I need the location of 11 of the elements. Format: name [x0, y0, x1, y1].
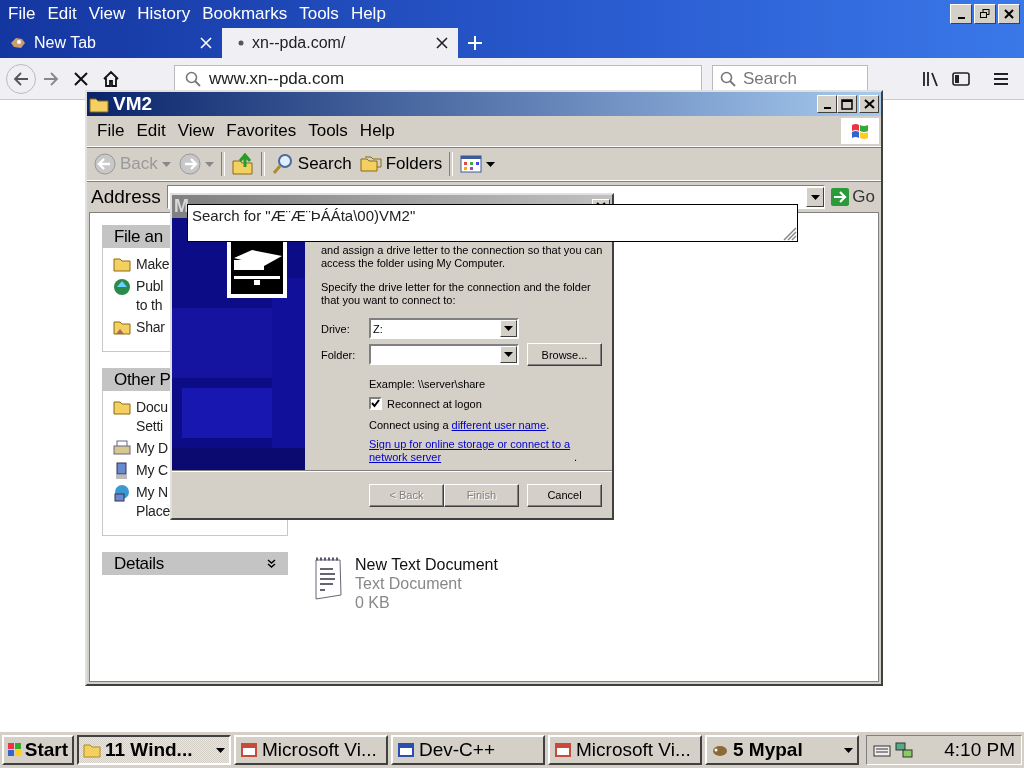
address-label: Address [91, 186, 162, 208]
drive-label: Drive: [321, 322, 351, 335]
instruction-text: Specify the drive letter for the connection and the folder that you want to connect to: [321, 281, 592, 307]
example-text: Example: \\server\share [369, 378, 487, 391]
connect-text: Connect using a different user name. [369, 419, 551, 432]
intro-text: and assign a drive letter to the connection so that you can access the folder using My Computer. [321, 244, 604, 270]
folder-label: Folder: [321, 348, 357, 361]
clock: 4:10 PM [944, 739, 1015, 761]
signup-text: Sign up for online storage or connect to a network server . [369, 438, 579, 464]
window-title: VM2 [113, 93, 153, 115]
tooltip-text: Search for "Æ¨Æ¨ÞÁÁta\00)VM2" [192, 207, 416, 224]
